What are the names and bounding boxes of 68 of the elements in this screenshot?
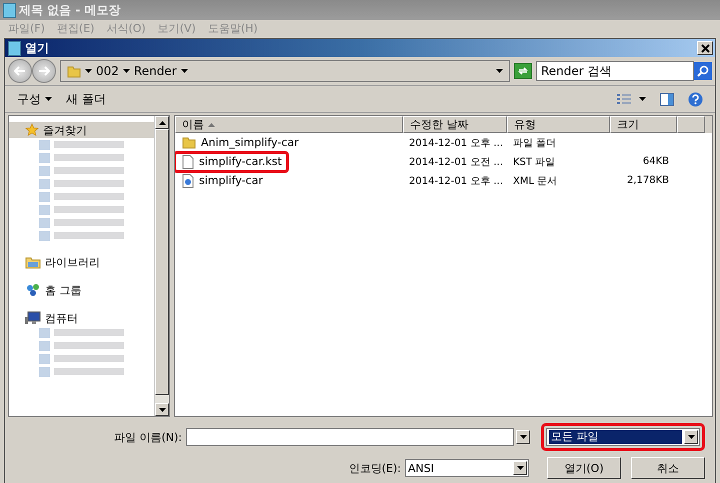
file-name-field[interactable]: [186, 428, 514, 446]
forward-arrow-icon: [38, 66, 50, 76]
file-name-item[interactable]: simplify-car: [175, 170, 270, 192]
sidebar-item[interactable]: 라이브러리: [9, 254, 154, 270]
refresh-arrows-icon: [517, 65, 529, 77]
file-name-item[interactable]: simplify-car.kst: [175, 150, 289, 172]
caret-icon[interactable]: [85, 69, 92, 73]
dialog-title: 열기: [25, 40, 50, 56]
caret-icon[interactable]: [496, 69, 503, 73]
table-cell-text: 2014-12-01 오전 ...: [408, 156, 504, 168]
down-arrow-icon: [158, 408, 166, 412]
star-icon: [25, 123, 39, 137]
up-arrow-icon: [158, 120, 166, 124]
caret-icon: [516, 466, 524, 470]
close-icon: [700, 44, 710, 52]
table-cell-text: XML 문서: [512, 174, 558, 188]
network-icon: [25, 283, 41, 297]
window-title: 제목 없음 - 메모장: [19, 2, 121, 18]
table-cell-text: 파일 폴더: [512, 136, 558, 150]
search-button[interactable]: [694, 62, 712, 80]
close-button[interactable]: [697, 41, 713, 55]
dialog-button[interactable]: 취소: [631, 457, 705, 479]
caret-icon: [520, 435, 526, 439]
back-arrow-icon: [14, 66, 26, 76]
scrollbar-thumb[interactable]: [155, 129, 169, 395]
breadcrumb-item[interactable]: 002: [96, 64, 119, 78]
sidebar-item[interactable]: 즐겨찾기: [9, 122, 154, 138]
table-cell-text: KST 파일: [512, 156, 556, 168]
caret-icon[interactable]: [45, 97, 52, 101]
search-field[interactable]: Render 검색: [536, 61, 694, 81]
dropdown-button[interactable]: [516, 430, 530, 444]
sidebar-item[interactable]: 홈 그룹: [9, 282, 154, 298]
scroll-down-button[interactable]: [155, 403, 169, 416]
column-header[interactable]: 이름: [182, 117, 204, 132]
preview-pane-icon[interactable]: [660, 92, 674, 106]
folder-icon: [67, 64, 81, 78]
caret-icon[interactable]: [639, 97, 646, 101]
column-header[interactable]: 유형: [514, 117, 536, 132]
library-icon: [25, 255, 41, 269]
folder-icon: [182, 136, 196, 149]
sidebar-item[interactable]: 컴퓨터: [9, 310, 154, 326]
toolbar-button[interactable]: 새 폴더: [66, 90, 106, 108]
file-name-item[interactable]: Anim_simplify-car: [175, 132, 306, 153]
caret-icon[interactable]: [180, 69, 188, 73]
table-cell-text: 2014-12-01 오후 ...: [408, 136, 504, 150]
view-list-icon[interactable]: [617, 93, 631, 105]
toolbar-button[interactable]: 구성: [17, 90, 41, 108]
field-label: 파일 이름(N):: [114, 430, 182, 444]
breadcrumb-item[interactable]: Render: [134, 64, 177, 78]
web-document-icon: [182, 174, 194, 188]
search-icon: [697, 65, 709, 77]
refresh-button[interactable]: [514, 63, 532, 79]
caret-icon[interactable]: [122, 69, 130, 73]
encoding-dropdown[interactable]: ANSI: [405, 459, 529, 477]
table-cell-text: 2014-12-01 오후 ...: [408, 174, 504, 188]
address-bar[interactable]: 002 Render: [60, 60, 510, 82]
scroll-up-button[interactable]: [155, 116, 169, 129]
forward-button[interactable]: [32, 59, 56, 83]
caret-icon: [688, 435, 694, 439]
computer-icon: [25, 311, 41, 325]
table-cell-text: 64KB: [642, 156, 670, 167]
file-type-dropdown[interactable]: 모든 파일: [546, 428, 700, 446]
table-cell-text: 2,178KB: [626, 175, 670, 186]
document-icon: [182, 154, 194, 168]
back-button[interactable]: [8, 59, 32, 83]
dialog-button[interactable]: 열기(O): [547, 457, 621, 479]
help-icon[interactable]: [688, 92, 703, 106]
field-label: 인코딩(E):: [348, 460, 401, 476]
